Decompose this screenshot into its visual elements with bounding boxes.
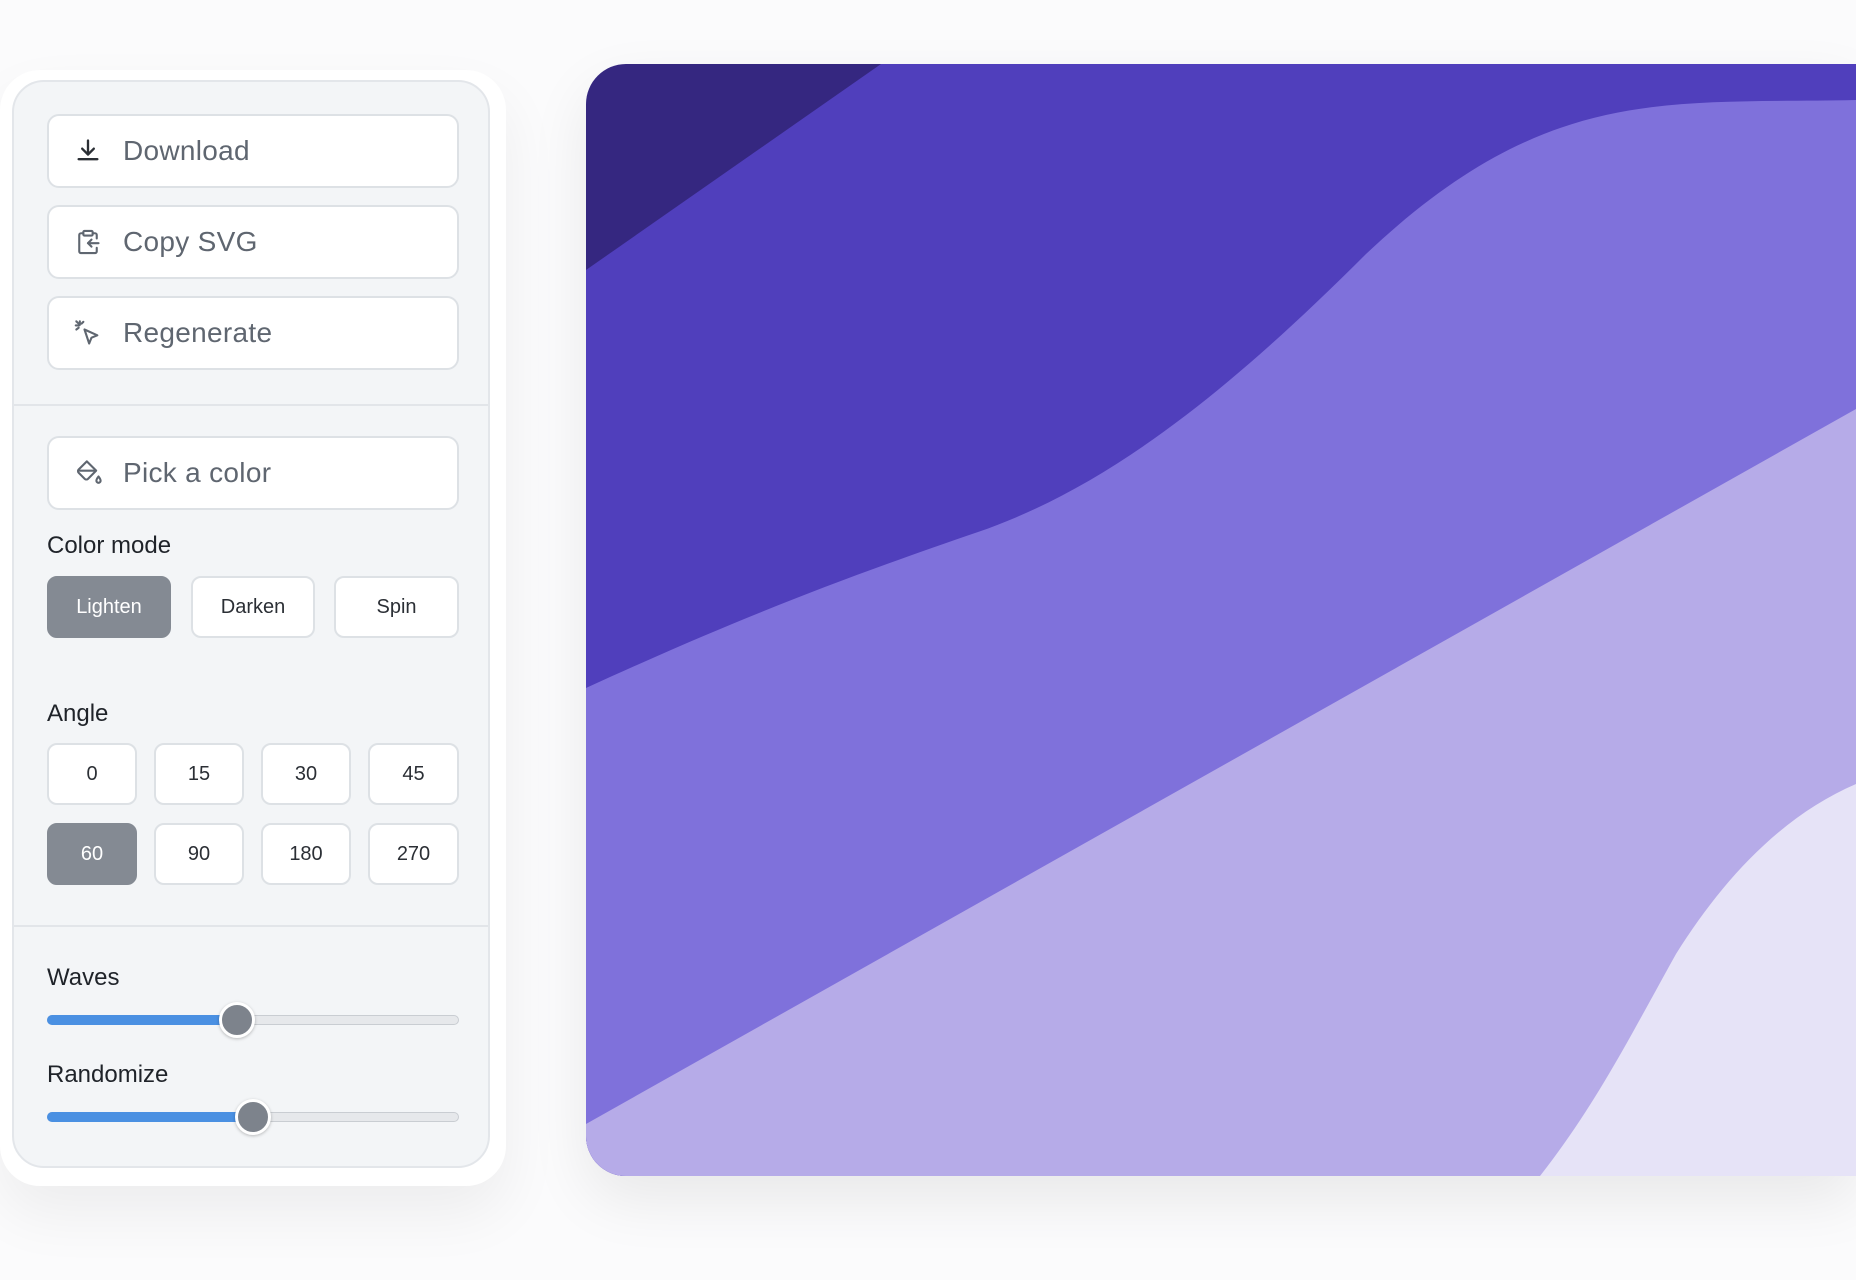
waves-slider[interactable] [47, 1002, 459, 1038]
app-stage: Download Copy SVG Regenerate Pick a colo… [0, 0, 1856, 1280]
randomize-slider-thumb[interactable] [235, 1099, 271, 1135]
paint-bucket-icon [73, 458, 103, 488]
regenerate-button[interactable]: Regenerate [47, 296, 459, 370]
randomize-slider[interactable] [47, 1099, 459, 1135]
randomize-slider-fill [47, 1112, 253, 1122]
copy-svg-button[interactable]: Copy SVG [47, 205, 459, 279]
waves-slider-thumb[interactable] [218, 1002, 255, 1038]
waves-slider-fill [47, 1015, 237, 1025]
color-mode-spin[interactable]: Spin [334, 576, 459, 638]
angle-option-30[interactable]: 30 [261, 743, 351, 805]
controls-panel: Download Copy SVG Regenerate Pick a colo… [12, 80, 490, 1168]
download-label: Download [123, 135, 250, 166]
angle-option-180[interactable]: 180 [261, 823, 351, 885]
angle-label: Angle [47, 700, 109, 727]
regenerate-label: Regenerate [123, 317, 273, 348]
wave-preview [586, 64, 1856, 1176]
waves-label: Waves [47, 964, 120, 991]
angle-option-90[interactable]: 90 [154, 823, 244, 885]
randomize-label: Randomize [47, 1061, 169, 1088]
angle-option-0[interactable]: 0 [47, 743, 137, 805]
color-mode-label: Color mode [47, 532, 172, 559]
angle-option-15[interactable]: 15 [154, 743, 244, 805]
copy-svg-label: Copy SVG [123, 226, 258, 257]
wave-preview-svg [586, 64, 1856, 1176]
color-mode-lighten[interactable]: Lighten [47, 576, 171, 638]
pick-color-label: Pick a color [123, 457, 272, 488]
color-mode-darken[interactable]: Darken [191, 576, 315, 638]
section-divider [14, 925, 488, 927]
sparkle-cursor-icon [73, 318, 103, 348]
clipboard-icon [73, 227, 103, 257]
download-button[interactable]: Download [47, 114, 459, 188]
download-icon [73, 136, 103, 166]
section-divider [14, 404, 488, 406]
angle-option-60[interactable]: 60 [47, 823, 137, 885]
pick-color-button[interactable]: Pick a color [47, 436, 459, 510]
angle-option-270[interactable]: 270 [368, 823, 459, 885]
angle-option-45[interactable]: 45 [368, 743, 459, 805]
